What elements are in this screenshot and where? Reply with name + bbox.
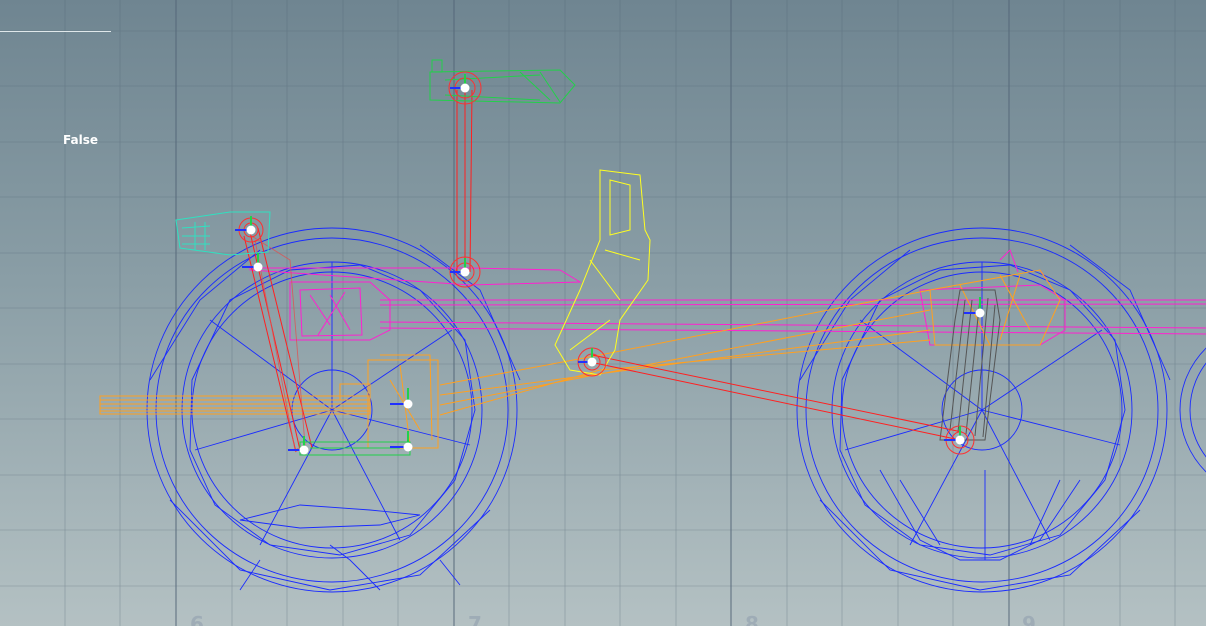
pivot-gizmos[interactable] bbox=[235, 74, 985, 455]
floor-grid bbox=[0, 0, 1206, 626]
third-wheel-wireframe bbox=[1179, 347, 1206, 473]
right-wheel-wireframe[interactable] bbox=[796, 227, 1171, 593]
grid-axis-label-6: 6 bbox=[190, 612, 204, 626]
buffer-beam[interactable] bbox=[175, 211, 271, 256]
grid-axis-label-8: 8 bbox=[745, 612, 759, 626]
piston-rod-assembly[interactable] bbox=[99, 269, 1061, 449]
3d-viewport[interactable]: False 6 7 8 9 bbox=[0, 0, 1206, 626]
connecting-rods[interactable] bbox=[243, 89, 963, 453]
hud-divider bbox=[0, 31, 111, 32]
eccentric-crank[interactable] bbox=[554, 169, 651, 376]
wireframe-scene[interactable] bbox=[0, 0, 1206, 626]
grid-axis-label-7: 7 bbox=[468, 612, 482, 626]
left-wheel-wireframe[interactable] bbox=[146, 227, 521, 593]
status-flag-label: False bbox=[63, 133, 98, 147]
grid-axis-label-9: 9 bbox=[1022, 612, 1036, 626]
